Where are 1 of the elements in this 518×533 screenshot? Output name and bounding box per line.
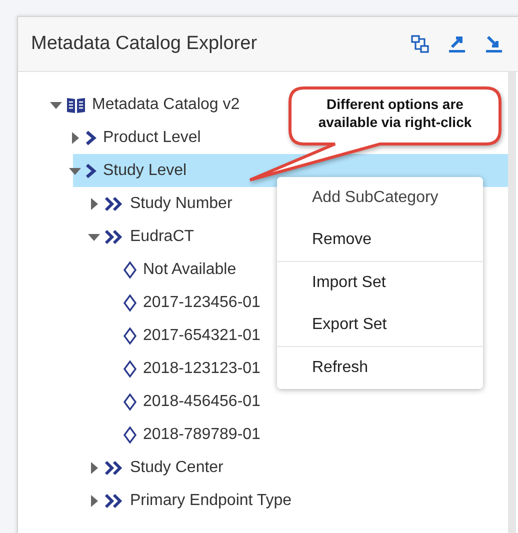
panel-title: Metadata Catalog Explorer: [31, 33, 258, 55]
